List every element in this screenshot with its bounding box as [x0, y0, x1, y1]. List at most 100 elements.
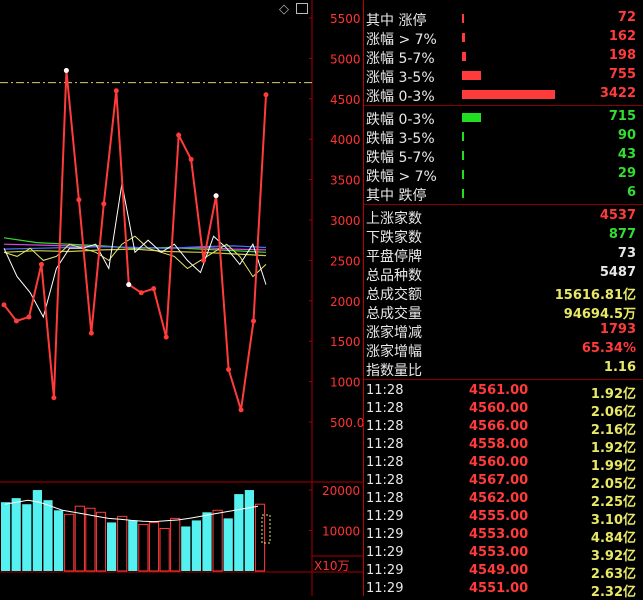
stat-value: 6: [626, 185, 636, 200]
stat-value: 43: [617, 147, 636, 162]
tick-row[interactable]: 11:28 4558.00 1.92亿: [364, 436, 643, 456]
summary-label: 上涨家数: [366, 211, 422, 227]
tick-price: 4567.00: [469, 473, 529, 488]
summary-row: 总品种数 5487: [364, 264, 643, 284]
stat-label: 跌幅 > 7%: [366, 169, 437, 185]
summary-value: 73: [617, 246, 636, 261]
stat-row-up[interactable]: 其中 涨停 72: [364, 9, 643, 29]
tick-row[interactable]: 11:28 4561.00 1.92亿: [364, 382, 643, 402]
stat-label: 跌幅 5-7%: [366, 150, 435, 166]
stat-bar: [462, 90, 556, 99]
summary-value: 65.34%: [581, 341, 636, 356]
stat-value: 90: [617, 128, 636, 143]
tick-price: 4560.00: [469, 455, 529, 470]
tick-price: 4553.00: [469, 545, 529, 560]
y-tick-label: 2000: [330, 295, 361, 309]
summary-value: 1793: [599, 322, 636, 337]
tick-row[interactable]: 11:28 4560.00 1.99亿: [364, 454, 643, 474]
tick-row[interactable]: 11:28 4566.00 2.16亿: [364, 418, 643, 438]
stat-value: 72: [617, 10, 636, 25]
volume-bar: [43, 500, 53, 571]
volume-bar: [128, 520, 138, 571]
y-tick-label: 5500: [330, 12, 361, 26]
tick-time: 11:28: [366, 473, 404, 488]
tick-row[interactable]: 11:29 4555.00 3.10亿: [364, 508, 643, 528]
breadth-chart[interactable]: 5500 5000 4500 4000 3500 3000 2500 2000 1500 1000…: [0, 0, 364, 596]
tick-row[interactable]: 11:28 4567.00 2.05亿: [364, 472, 643, 492]
main-series-point: [201, 257, 207, 263]
volume-bar: [223, 518, 233, 571]
stat-value: 162: [608, 29, 636, 44]
stat-bar: [462, 113, 482, 122]
tick-time: 11:28: [366, 455, 404, 470]
volume-bar: [64, 513, 75, 572]
stat-bar: [462, 14, 464, 23]
tick-time: 11:29: [366, 527, 404, 542]
stat-row-up[interactable]: 涨幅 0-3% 3422: [364, 85, 643, 105]
tick-price: 4549.00: [469, 563, 529, 578]
market-chart-panel[interactable]: 5500 5000 4500 4000 3500 3000 2500 2000 1500 1000…: [0, 0, 364, 596]
stat-row-down[interactable]: 其中 跌停 6: [364, 184, 643, 204]
summary-row: 上涨家数 4537: [364, 207, 643, 227]
summary-row: 总成交量 94694.5万: [364, 302, 643, 322]
summary-label: 涨家增减: [366, 325, 422, 341]
stat-row-down[interactable]: 跌幅 > 7% 29: [364, 165, 643, 185]
summary-value: 5487: [599, 265, 636, 280]
stat-label: 涨幅 > 7%: [366, 32, 437, 48]
volume-tick-label: 10000: [322, 525, 360, 539]
volume-bar: [202, 512, 212, 571]
tick-price: 4566.00: [469, 419, 529, 434]
stat-bar: [462, 151, 464, 160]
volume-bar: [11, 498, 21, 571]
tick-row[interactable]: 11:28 4560.00 2.06亿: [364, 400, 643, 420]
stat-row-down[interactable]: 跌幅 3-5% 90: [364, 127, 643, 147]
summary-value: 94694.5万: [563, 307, 636, 322]
tick-time: 11:28: [366, 491, 404, 506]
stat-row-up[interactable]: 涨幅 > 7% 162: [364, 28, 643, 48]
tick-time: 11:29: [366, 545, 404, 560]
summary-label: 下跌家数: [366, 230, 422, 246]
volume-bar: [107, 522, 117, 571]
highlight-point: [213, 193, 219, 199]
volume-bar: [212, 509, 223, 572]
summary-row: 平盘停牌 73: [364, 245, 643, 265]
stat-bar: [462, 132, 465, 141]
tick-row[interactable]: 11:28 4562.00 2.25亿: [364, 490, 643, 510]
main-series-line: [3, 70, 267, 411]
main-series-point: [38, 261, 44, 267]
volume-bar: [22, 504, 32, 571]
stat-row-down[interactable]: 跌幅 0-3% 715: [364, 108, 643, 128]
stat-value: 198: [608, 48, 636, 63]
tick-time: 11:28: [366, 401, 404, 416]
tick-time: 11:28: [366, 419, 404, 434]
volume-bar: [159, 528, 170, 572]
main-series-point: [26, 314, 32, 320]
main-series-point: [101, 201, 107, 207]
stat-label: 其中 跌停: [366, 188, 427, 204]
separator: [364, 204, 643, 205]
tick-row[interactable]: 11:29 4553.00 3.92亿: [364, 544, 643, 564]
separator: [364, 379, 643, 380]
stat-row-down[interactable]: 跌幅 5-7% 43: [364, 146, 643, 166]
summary-label: 总成交额: [366, 287, 422, 303]
tick-price: 4561.00: [469, 383, 529, 398]
summary-row: 涨家增幅 65.34%: [364, 340, 643, 360]
volume-bar: [234, 494, 244, 571]
volume-bar: [254, 503, 266, 572]
summary-label: 涨家增幅: [366, 344, 422, 360]
tick-row[interactable]: 11:29 4551.00 2.32亿: [364, 580, 643, 600]
summary-value: 4537: [599, 208, 636, 223]
window-icon[interactable]: [296, 3, 308, 14]
main-series-point: [151, 286, 157, 292]
y-tick-label: 1000: [330, 376, 361, 390]
diamond-icon[interactable]: ◇: [279, 2, 289, 17]
stat-value: 3422: [599, 86, 636, 101]
tick-price: 4558.00: [469, 437, 529, 452]
tick-row[interactable]: 11:29 4553.00 4.84亿: [364, 526, 643, 546]
stat-row-up[interactable]: 涨幅 5-7% 198: [364, 47, 643, 67]
stat-row-up[interactable]: 涨幅 3-5% 755: [364, 66, 643, 86]
tick-row[interactable]: 11:29 4549.00 2.63亿: [364, 562, 643, 582]
stat-bar: [462, 33, 465, 42]
tick-price: 4555.00: [469, 509, 529, 524]
volume-bar: [117, 515, 128, 572]
